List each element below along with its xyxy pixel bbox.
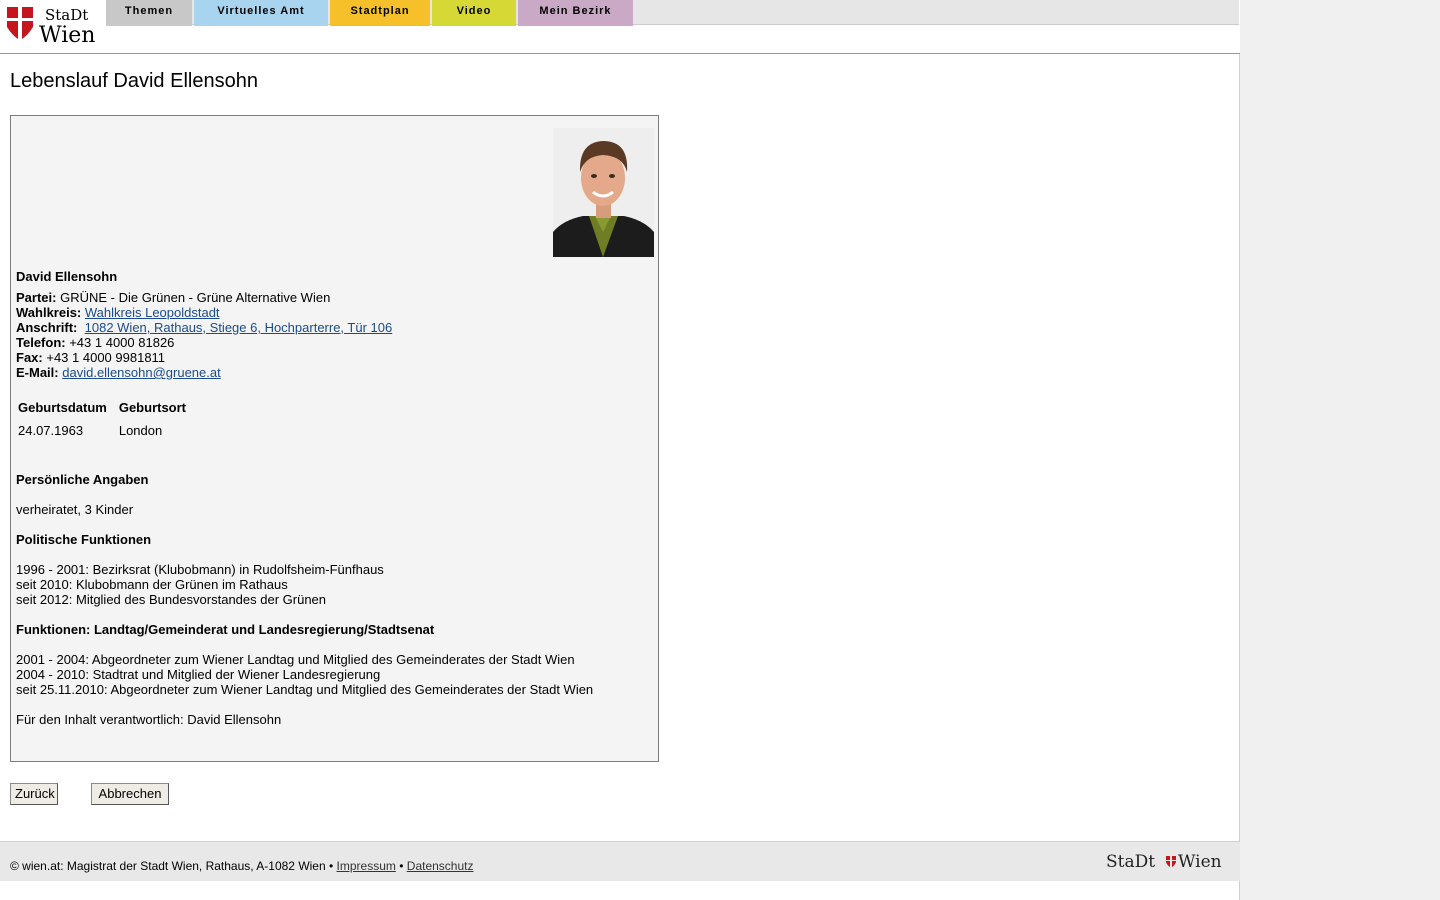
person-name: David Ellensohn	[16, 269, 118, 284]
nav-tab-themen[interactable]: Themen	[106, 0, 192, 26]
political-list: 1996 - 2001: Bezirksrat (Klubobmann) in …	[16, 562, 384, 607]
address-label: Anschrift:	[16, 320, 78, 335]
footer-logo-stadt: StaDt	[1106, 852, 1155, 872]
party-value: GRÜNE - Die Grünen - Grüne Alternative W…	[60, 290, 331, 305]
email-label: E-Mail:	[16, 365, 59, 380]
functions-list: 2001 - 2004: Abgeordneter zum Wiener Lan…	[16, 652, 593, 697]
main-navigation: Themen Virtuelles Amt Stadtplan Video Me…	[106, 0, 1239, 26]
party-row: Partei: GRÜNE - Die Grünen - Grüne Alter…	[16, 290, 392, 305]
birthplace-cell: London	[118, 423, 163, 438]
back-button[interactable]: Zurück	[10, 783, 58, 805]
phone-label: Telefon:	[16, 335, 66, 350]
list-item: seit 25.11.2010: Abgeordneter zum Wiener…	[16, 682, 594, 697]
wien-shield-icon: StaDt Wien	[7, 6, 95, 48]
personal-heading: Persönliche Angaben	[16, 472, 149, 487]
birth-table: Geburtsdatum Geburtsort 24.07.1963 Londo…	[18, 400, 198, 438]
birthdate-cell: 24.07.1963	[18, 423, 84, 438]
list-item: seit 2012: Mitglied des Bundesvorstandes…	[16, 592, 327, 607]
contact-block: Partei: GRÜNE - Die Grünen - Grüne Alter…	[16, 290, 392, 380]
footer-separator: •	[399, 859, 404, 873]
portrait-photo	[553, 128, 654, 257]
cancel-button[interactable]: Abbrechen	[91, 783, 169, 805]
address-row: Anschrift: 1082 Wien, Rathaus, Stiege 6,…	[16, 320, 392, 335]
fax-label: Fax:	[16, 350, 43, 365]
nav-tab-mein-bezirk[interactable]: Mein Bezirk	[518, 0, 633, 26]
table-row: 24.07.1963 London	[18, 415, 198, 438]
footer-logo-wien: Wien	[1178, 852, 1222, 872]
logo-text-wien: Wien	[39, 23, 95, 47]
constituency-link[interactable]: Wahlkreis Leopoldstadt	[85, 305, 220, 320]
political-heading: Politische Funktionen	[16, 532, 152, 547]
footer-text: © wien.at: Magistrat der Stadt Wien, Rat…	[10, 859, 473, 873]
functions-heading: Funktionen: Landtag/Gemeinderat und Land…	[16, 622, 435, 637]
site-footer: © wien.at: Magistrat der Stadt Wien, Rat…	[0, 841, 1240, 881]
constituency-row: Wahlkreis: Wahlkreis Leopoldstadt	[16, 305, 392, 320]
page: StaDt Wien Themen Virtuelles Amt Stadtpl…	[0, 0, 1240, 900]
phone-row: Telefon: +43 1 4000 81826	[16, 335, 392, 350]
impressum-link[interactable]: Impressum	[337, 859, 396, 873]
address-link[interactable]: 1082 Wien, Rathaus, Stiege 6, Hochparter…	[85, 320, 393, 335]
email-link[interactable]: david.ellensohn@gruene.at	[62, 365, 220, 380]
footer-stadt-wien-logo[interactable]: StaDt Wien	[1106, 850, 1230, 872]
logo-text-stadt: StaDt	[45, 6, 88, 24]
nav-tab-stadtplan[interactable]: Stadtplan	[330, 0, 430, 26]
column-header-birthdate: Geburtsdatum	[18, 400, 107, 415]
page-title: Lebenslauf David Ellensohn	[10, 70, 258, 92]
stadt-wien-logo[interactable]: StaDt Wien	[6, 5, 102, 48]
datenschutz-link[interactable]: Datenschutz	[407, 859, 474, 873]
responsible-note: Für den Inhalt verantwortlich: David Ell…	[16, 712, 282, 727]
column-header-birthplace: Geburtsort	[118, 400, 187, 415]
personal-text: verheiratet, 3 Kinder	[16, 502, 134, 517]
list-item: 2004 - 2010: Stadtrat und Mitglied der W…	[16, 667, 381, 682]
footer-separator: •	[329, 859, 334, 873]
table-header-row: Geburtsdatum Geburtsort	[18, 400, 198, 415]
site-header: StaDt Wien Themen Virtuelles Amt Stadtpl…	[0, 0, 1240, 54]
constituency-label: Wahlkreis:	[16, 305, 82, 320]
list-item: seit 2010: Klubobmann der Grünen im Rath…	[16, 577, 288, 592]
cv-panel: David Ellensohn Partei: GRÜNE - Die Grün…	[10, 115, 659, 762]
fax-value: +43 1 4000 9981811	[46, 350, 166, 365]
nav-tab-virtuelles-amt[interactable]: Virtuelles Amt	[194, 0, 328, 26]
email-row: E-Mail: david.ellensohn@gruene.at	[16, 365, 392, 380]
fax-row: Fax: +43 1 4000 9981811	[16, 350, 392, 365]
list-item: 1996 - 2001: Bezirksrat (Klubobmann) in …	[16, 562, 384, 577]
footer-wien-logo-icon: StaDt Wien	[1106, 852, 1222, 872]
nav-tab-video[interactable]: Video	[432, 0, 516, 26]
phone-value: +43 1 4000 81826	[69, 335, 175, 350]
copyright-text: © wien.at: Magistrat der Stadt Wien, Rat…	[10, 859, 326, 873]
party-label: Partei:	[16, 290, 57, 305]
list-item: 2001 - 2004: Abgeordneter zum Wiener Lan…	[16, 652, 575, 667]
